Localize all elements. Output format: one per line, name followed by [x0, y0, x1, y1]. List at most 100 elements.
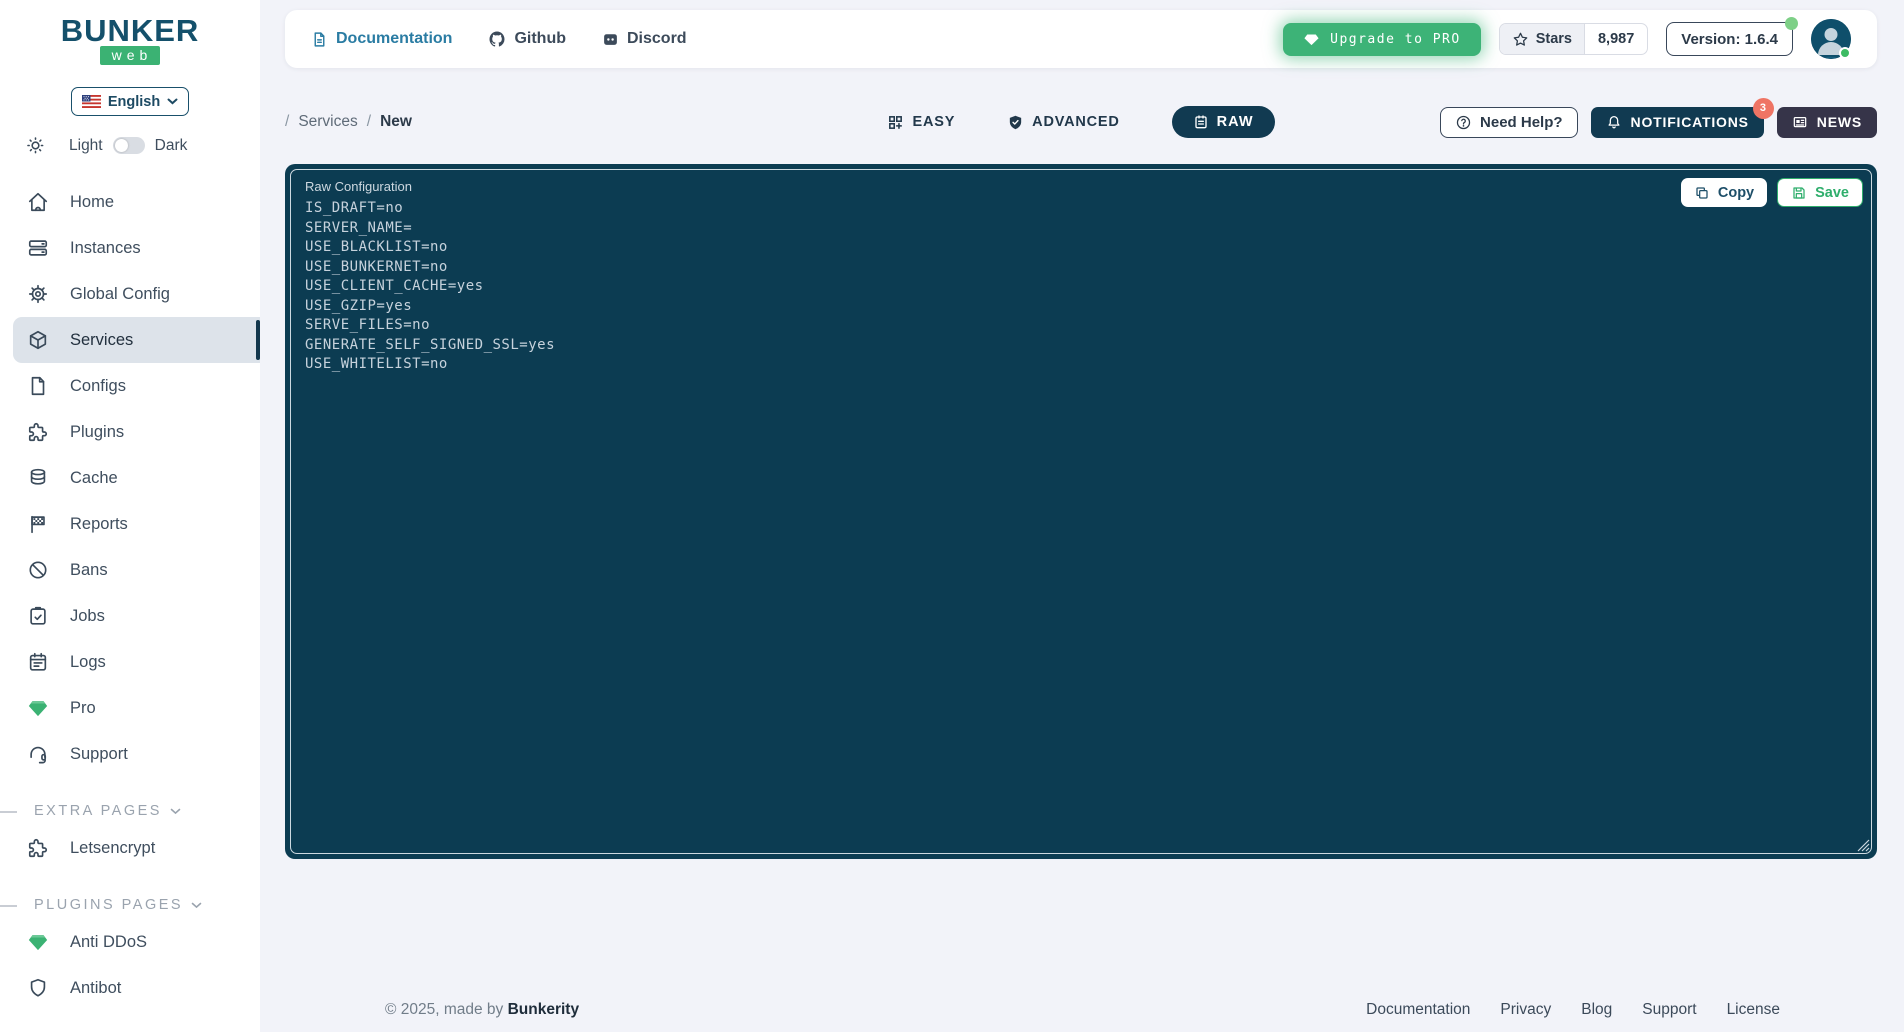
stars-label-segment: Stars	[1500, 24, 1585, 54]
sidebar-item-plugins[interactable]: Plugins	[0, 409, 260, 455]
sidebar-item-label: Anti DDoS	[70, 933, 147, 952]
editor-actions: Copy Save	[1681, 178, 1863, 207]
home-icon	[26, 191, 50, 213]
diamond-icon	[26, 697, 50, 719]
sidebar-item-antibot[interactable]: Antibot	[0, 965, 260, 1011]
sidebar-item-bans[interactable]: Bans	[0, 547, 260, 593]
copyright: © 2025, made by Bunkerity	[385, 1001, 579, 1019]
help-circle-icon	[1455, 114, 1472, 131]
page-footer: © 2025, made by Bunkerity Documentation …	[285, 1001, 1877, 1019]
sidebar-item-global-config[interactable]: Global Config	[0, 271, 260, 317]
editor-label: Raw Configuration	[305, 179, 1857, 194]
sidebar-menu: Home Instances Global Config Services Co…	[0, 179, 260, 777]
notes-icon	[1193, 114, 1209, 130]
gear-icon	[26, 283, 50, 305]
diamond-icon	[26, 931, 50, 953]
tab-label: ADVANCED	[1032, 114, 1120, 130]
chevron-down-icon	[191, 902, 202, 909]
sidebar-item-instances[interactable]: Instances	[0, 225, 260, 271]
sidebar-item-anti-ddos[interactable]: Anti DDoS	[0, 919, 260, 965]
tab-easy[interactable]: EASY	[887, 114, 955, 131]
nav-links: Documentation Github Discord	[311, 30, 687, 48]
document-icon	[311, 31, 328, 48]
sidebar-item-label: Letsencrypt	[70, 839, 155, 858]
extra-pages-menu: Letsencrypt	[0, 825, 260, 871]
sidebar-item-letsencrypt[interactable]: Letsencrypt	[0, 825, 260, 871]
footer-link-blog[interactable]: Blog	[1581, 1001, 1612, 1019]
headset-icon	[26, 743, 50, 765]
nav-right-group: Upgrade to PRO Stars 8,987 Version: 1.6.…	[1283, 19, 1851, 59]
server-icon	[26, 237, 50, 259]
sidebar-item-label: Jobs	[70, 607, 105, 626]
section-title: PLUGINS PAGES	[34, 897, 183, 913]
sidebar-item-reports[interactable]: Reports	[0, 501, 260, 547]
nav-link-documentation[interactable]: Documentation	[311, 30, 452, 48]
footer-link-privacy[interactable]: Privacy	[1500, 1001, 1551, 1019]
need-help-button[interactable]: Need Help?	[1440, 107, 1578, 138]
section-extra-pages[interactable]: EXTRA PAGES	[0, 803, 260, 819]
news-button[interactable]: NEWS	[1777, 107, 1877, 138]
breadcrumb-services[interactable]: Services	[298, 113, 357, 131]
footer-links: Documentation Privacy Blog Support Licen…	[1366, 1001, 1780, 1019]
sidebar-item-services[interactable]: Services	[13, 317, 260, 363]
notifications-button[interactable]: NOTIFICATIONS 3	[1591, 107, 1764, 138]
footer-link-support[interactable]: Support	[1642, 1001, 1696, 1019]
news-label: NEWS	[1817, 114, 1862, 130]
diamond-icon	[1303, 31, 1320, 48]
copy-button[interactable]: Copy	[1681, 178, 1767, 207]
plugins-pages-menu: Anti DDoS Antibot	[0, 919, 260, 1011]
sidebar-item-configs[interactable]: Configs	[0, 363, 260, 409]
save-icon	[1791, 185, 1807, 201]
footer-link-license[interactable]: License	[1727, 1001, 1780, 1019]
version-badge[interactable]: Version: 1.6.4	[1666, 22, 1793, 56]
logo-title: BUNKER	[0, 16, 260, 46]
sidebar-item-pro[interactable]: Pro	[0, 685, 260, 731]
raw-config-textarea[interactable]: IS_DRAFT=no SERVER_NAME= USE_BLACKLIST=n…	[305, 199, 1857, 844]
star-icon	[1512, 31, 1529, 48]
brand-link[interactable]: Bunkerity	[508, 1001, 580, 1018]
cube-icon	[26, 329, 50, 351]
theme-toggle-row: Light Dark	[0, 136, 260, 155]
section-plugins-pages[interactable]: PLUGINS PAGES	[0, 897, 260, 913]
newspaper-icon	[1792, 114, 1808, 130]
sidebar-item-label: Cache	[70, 469, 118, 488]
save-button[interactable]: Save	[1777, 178, 1863, 207]
nav-link-label: Github	[514, 30, 566, 48]
shield-check-icon	[1007, 114, 1024, 131]
sidebar-item-home[interactable]: Home	[0, 179, 260, 225]
bell-icon	[1606, 114, 1622, 130]
breadcrumb-separator: /	[285, 113, 289, 131]
copy-label: Copy	[1718, 185, 1754, 201]
sidebar-item-label: Bans	[70, 561, 108, 580]
footer-link-documentation[interactable]: Documentation	[1366, 1001, 1470, 1019]
main-content: Documentation Github Discord Upgrade to …	[260, 0, 1904, 1032]
upgrade-to-pro-button[interactable]: Upgrade to PRO	[1283, 23, 1481, 56]
user-avatar[interactable]	[1811, 19, 1851, 59]
github-stars-widget[interactable]: Stars 8,987	[1499, 23, 1649, 55]
language-selector[interactable]: English	[71, 87, 189, 116]
nav-link-label: Documentation	[336, 30, 452, 48]
resize-grip[interactable]	[1857, 839, 1870, 852]
stars-label: Stars	[1536, 31, 1572, 47]
toolbar-row: / Services / New EASY ADVANCED RAW Need …	[285, 106, 1877, 138]
language-label: English	[108, 94, 160, 110]
nav-link-github[interactable]: Github	[488, 30, 566, 48]
tab-raw[interactable]: RAW	[1172, 106, 1275, 138]
database-icon	[26, 467, 50, 489]
us-flag-icon	[82, 95, 101, 108]
sidebar-item-logs[interactable]: Logs	[0, 639, 260, 685]
toolbar-actions: Need Help? NOTIFICATIONS 3 NEWS	[1275, 107, 1877, 138]
nav-link-discord[interactable]: Discord	[602, 30, 687, 48]
tab-advanced[interactable]: ADVANCED	[1007, 114, 1120, 131]
sidebar-item-support[interactable]: Support	[0, 731, 260, 777]
sidebar-item-jobs[interactable]: Jobs	[0, 593, 260, 639]
upgrade-label: Upgrade to PRO	[1330, 32, 1461, 47]
app-logo: BUNKER web	[0, 16, 260, 65]
sidebar-item-cache[interactable]: Cache	[0, 455, 260, 501]
sidebar-item-label: Pro	[70, 699, 96, 718]
logo-subtitle: web	[100, 46, 161, 65]
puzzle-icon	[26, 837, 50, 859]
theme-switch[interactable]	[113, 137, 145, 154]
version-label: Version: 1.6.4	[1681, 31, 1778, 48]
notifications-label: NOTIFICATIONS	[1631, 114, 1749, 130]
